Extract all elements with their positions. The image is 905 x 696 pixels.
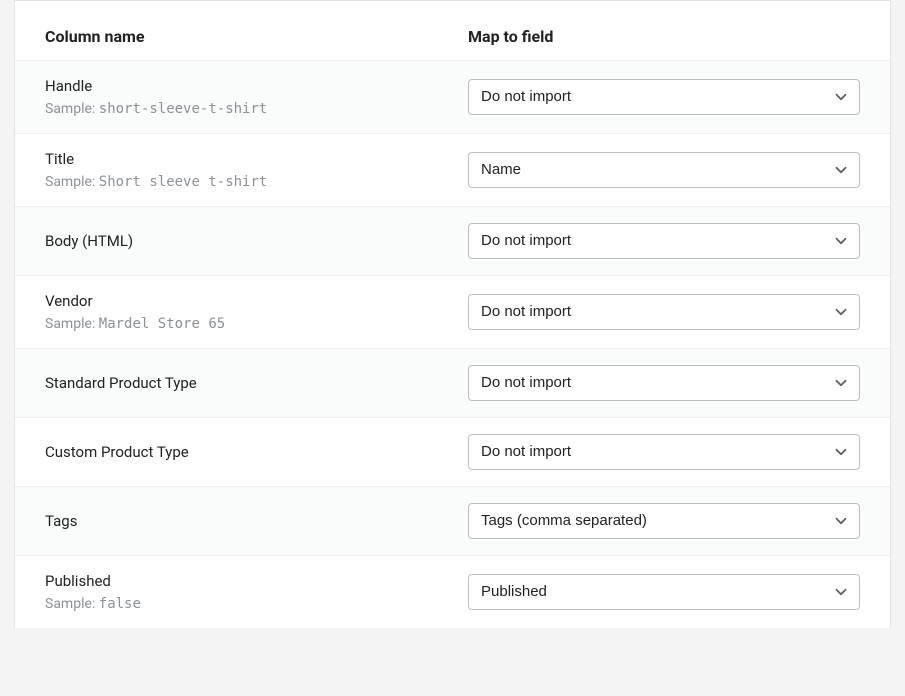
map-field-select[interactable]: Tags (comma separated) xyxy=(468,503,860,539)
column-info: Vendor Sample: Mardel Store 65 xyxy=(45,292,468,332)
map-field-select-wrap: Do not import xyxy=(468,434,860,470)
map-field-select[interactable]: Do not import xyxy=(468,294,860,330)
map-field-cell: Do not import xyxy=(468,434,860,470)
column-sample: Sample: short-sleeve-t-shirt xyxy=(45,101,448,117)
column-name-label: Body (HTML) xyxy=(45,232,448,250)
sample-value: false xyxy=(99,596,141,612)
mapping-row: Tags Tags (comma separated) xyxy=(15,486,890,555)
map-field-select[interactable]: Do not import xyxy=(468,434,860,470)
map-field-cell: Name xyxy=(468,152,860,188)
mapping-row: Title Sample: Short sleeve t-shirt Name xyxy=(15,133,890,206)
sample-value: short-sleeve-t-shirt xyxy=(99,101,268,117)
map-field-cell: Do not import xyxy=(468,294,860,330)
column-info: Published Sample: false xyxy=(45,572,468,612)
column-sample: Sample: Short sleeve t-shirt xyxy=(45,174,448,190)
sample-prefix: Sample: xyxy=(45,596,99,612)
column-info: Tags xyxy=(45,512,468,530)
map-field-select-wrap: Tags (comma separated) xyxy=(468,503,860,539)
map-field-cell: Do not import xyxy=(468,365,860,401)
sample-value: Mardel Store 65 xyxy=(99,316,225,332)
map-field-cell: Do not import xyxy=(468,223,860,259)
map-field-select[interactable]: Published xyxy=(468,574,860,610)
column-info: Body (HTML) xyxy=(45,232,468,250)
mapping-row: Standard Product Type Do not import xyxy=(15,348,890,417)
header-map-to-field: Map to field xyxy=(468,27,860,46)
header-column-name: Column name xyxy=(45,27,468,46)
column-name-label: Vendor xyxy=(45,292,448,310)
mapping-header-row: Column name Map to field xyxy=(15,13,890,60)
map-field-select[interactable]: Name xyxy=(468,152,860,188)
column-sample: Sample: Mardel Store 65 xyxy=(45,316,448,332)
column-name-label: Handle xyxy=(45,77,448,95)
map-field-select-wrap: Published xyxy=(468,574,860,610)
map-field-cell: Do not import xyxy=(468,79,860,115)
map-field-select[interactable]: Do not import xyxy=(468,223,860,259)
import-mapping-panel: Column name Map to field Handle Sample: … xyxy=(14,0,891,628)
column-info: Title Sample: Short sleeve t-shirt xyxy=(45,150,468,190)
map-field-select-wrap: Do not import xyxy=(468,365,860,401)
mapping-row: Body (HTML) Do not import xyxy=(15,206,890,275)
sample-prefix: Sample: xyxy=(45,174,99,190)
column-sample: Sample: false xyxy=(45,596,448,612)
mapping-row: Custom Product Type Do not import xyxy=(15,417,890,486)
column-name-label: Standard Product Type xyxy=(45,374,448,392)
column-name-label: Published xyxy=(45,572,448,590)
mapping-row: Handle Sample: short-sleeve-t-shirt Do n… xyxy=(15,60,890,133)
map-field-select-wrap: Do not import xyxy=(468,223,860,259)
map-field-select-wrap: Do not import xyxy=(468,294,860,330)
map-field-select-wrap: Do not import xyxy=(468,79,860,115)
column-name-label: Title xyxy=(45,150,448,168)
map-field-select-wrap: Name xyxy=(468,152,860,188)
sample-prefix: Sample: xyxy=(45,101,99,117)
mapping-rows: Handle Sample: short-sleeve-t-shirt Do n… xyxy=(15,60,890,628)
map-field-select[interactable]: Do not import xyxy=(468,365,860,401)
map-field-cell: Published xyxy=(468,574,860,610)
column-info: Handle Sample: short-sleeve-t-shirt xyxy=(45,77,468,117)
sample-value: Short sleeve t-shirt xyxy=(99,174,268,190)
column-info: Standard Product Type xyxy=(45,374,468,392)
column-name-label: Custom Product Type xyxy=(45,443,448,461)
mapping-row: Published Sample: false Published xyxy=(15,555,890,628)
panel-top-spacer xyxy=(15,1,890,13)
sample-prefix: Sample: xyxy=(45,316,99,332)
map-field-select[interactable]: Do not import xyxy=(468,79,860,115)
column-info: Custom Product Type xyxy=(45,443,468,461)
map-field-cell: Tags (comma separated) xyxy=(468,503,860,539)
mapping-row: Vendor Sample: Mardel Store 65 Do not im… xyxy=(15,275,890,348)
column-name-label: Tags xyxy=(45,512,448,530)
